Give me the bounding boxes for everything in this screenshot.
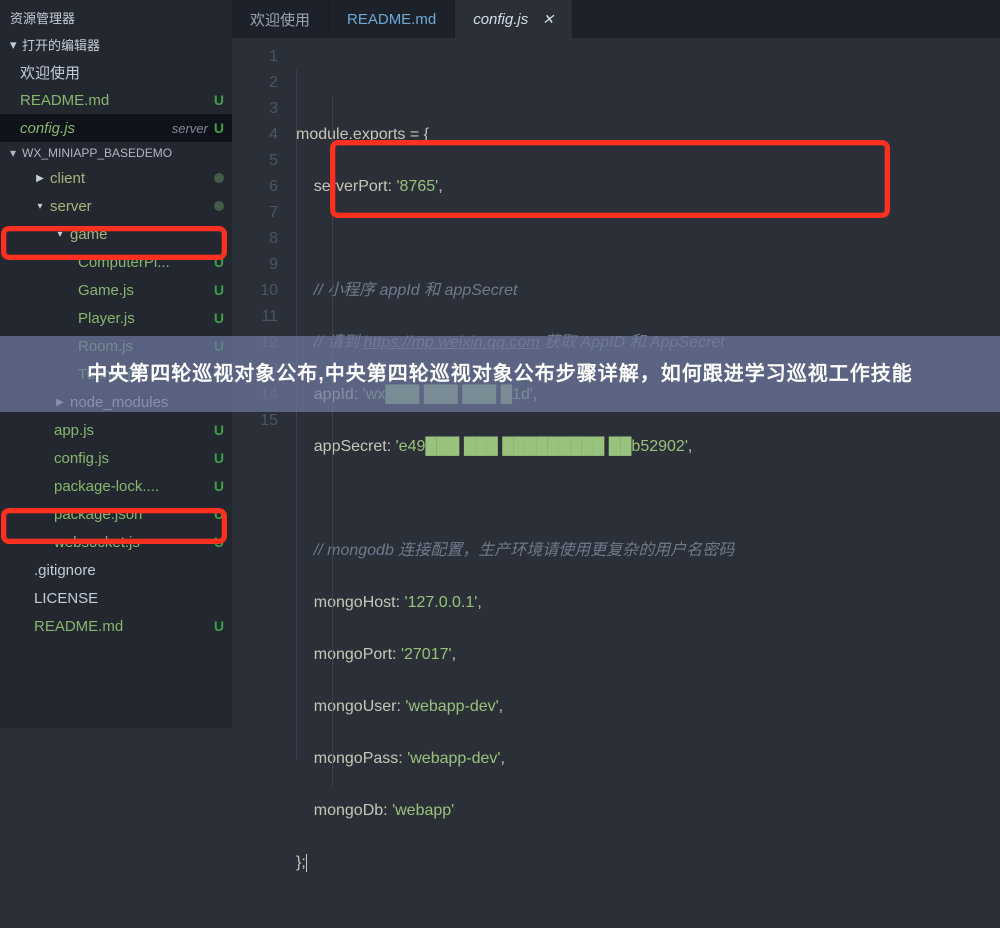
tree-item-client[interactable]: ▶ client: [0, 164, 232, 192]
vcs-badge: U: [214, 422, 224, 438]
tree-item-label: client: [50, 170, 214, 187]
project-root-header[interactable]: ▾ WX_MINIAPP_BASEDEMO: [0, 142, 232, 164]
chevron-down-icon: ▾: [10, 37, 22, 53]
tree-item-label: package-lock....: [54, 478, 208, 495]
tree-item-label: package.json: [54, 506, 208, 523]
vcs-badge: U: [214, 310, 224, 326]
tree-item-label: ComputerPl...: [78, 254, 208, 271]
chevron-icon: ▶: [34, 173, 46, 184]
tree-item-Game[interactable]: Game.js U: [0, 276, 232, 304]
tree-item-pkgjson[interactable]: package.json U: [0, 500, 232, 528]
vcs-badge: U: [214, 254, 224, 270]
tab-readme[interactable]: README.md: [329, 0, 455, 38]
tab-welcome[interactable]: 欢迎使用: [232, 0, 329, 38]
tab-config[interactable]: config.js ✕: [455, 0, 573, 38]
open-editor-readme[interactable]: README.md U: [0, 86, 232, 114]
tree-item-label: websocket.js: [54, 534, 208, 551]
tree-item-readmeroot[interactable]: README.md U: [0, 612, 232, 640]
tree-item-gitignore[interactable]: .gitignore: [0, 556, 232, 584]
vcs-badge: U: [214, 618, 224, 634]
chevron-icon: ▾: [54, 229, 66, 240]
vcs-badge: U: [214, 506, 224, 522]
tree-item-ComputerPl[interactable]: ComputerPl... U: [0, 248, 232, 276]
close-icon[interactable]: ✕: [542, 11, 554, 28]
tree-item-label: LICENSE: [34, 590, 224, 607]
vcs-badge: U: [214, 450, 224, 466]
tree-item-label: Player.js: [78, 310, 208, 327]
tree-item-label: README.md: [34, 618, 208, 635]
tree-item-label: game: [70, 226, 224, 243]
overlay-banner: 中央第四轮巡视对象公布,中央第四轮巡视对象公布步骤详解，如何跟进学习巡视工作技能: [0, 336, 1000, 412]
explorer-title: 资源管理器: [0, 0, 232, 31]
tree-item-label: server: [50, 198, 214, 215]
tree-item-pkglock[interactable]: package-lock.... U: [0, 472, 232, 500]
tree-item-label: app.js: [54, 422, 208, 439]
tree-item-server[interactable]: ▾ server: [0, 192, 232, 220]
open-editor-welcome[interactable]: 欢迎使用: [0, 58, 232, 86]
tree-item-game[interactable]: ▾ game: [0, 220, 232, 248]
tree-item-configjs[interactable]: config.js U: [0, 444, 232, 472]
tree-item-license[interactable]: LICENSE: [0, 584, 232, 612]
tree-item-label: Game.js: [78, 282, 208, 299]
chevron-icon: ▾: [34, 201, 46, 212]
tree-item-Player[interactable]: Player.js U: [0, 304, 232, 332]
chevron-down-icon: ▾: [10, 146, 22, 160]
open-editors-header[interactable]: ▾ 打开的编辑器: [0, 31, 232, 58]
vcs-dot-icon: [214, 201, 224, 211]
tree-item-label: .gitignore: [34, 562, 224, 579]
open-editor-config[interactable]: config.js server U: [0, 114, 232, 142]
tab-bar: 欢迎使用 README.md config.js ✕: [232, 0, 1000, 38]
vcs-badge: U: [214, 478, 224, 494]
tree-item-websocket[interactable]: websocket.js U: [0, 528, 232, 556]
vcs-badge: U: [214, 534, 224, 550]
banner-text: 中央第四轮巡视对象公布,中央第四轮巡视对象公布步骤详解，如何跟进学习巡视工作技能: [87, 360, 913, 389]
vcs-badge: U: [214, 282, 224, 298]
vcs-dot-icon: [214, 173, 224, 183]
tree-item-label: config.js: [54, 450, 208, 467]
tree-item-appjs[interactable]: app.js U: [0, 416, 232, 444]
